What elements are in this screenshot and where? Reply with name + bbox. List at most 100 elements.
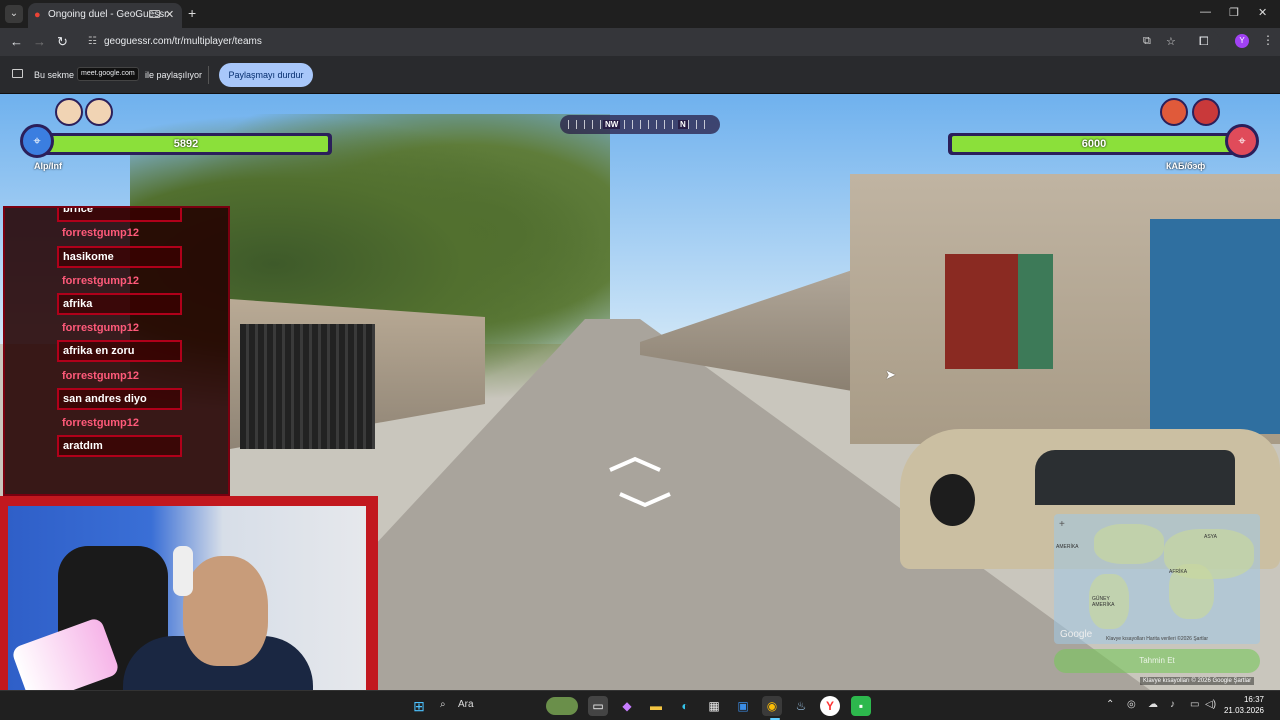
chat-username: forrestgump12 [62,227,140,239]
network-icon[interactable]: ▭ [1190,699,1199,710]
compass-n-label: N [678,120,688,129]
map-label: GÜNEY AMERİKA [1092,596,1115,608]
widgets-icon[interactable] [546,697,578,715]
left-team-name: Alp/Inf [34,161,62,171]
screen-share-icon [12,69,23,78]
headset [173,546,193,596]
app-icon[interactable]: ▪ [851,696,871,716]
bookmark-star-icon[interactable]: ☆ [1166,35,1176,48]
tab-search-button[interactable]: ⌄ [5,5,23,23]
chrome-icon[interactable]: ◉ [762,696,782,716]
tab-geoguessr[interactable]: ● Ongoing duel - GeoGuessr ✕ [28,3,182,28]
address-bar[interactable]: ☷ geoguessr.com/tr/multiplayer/teams ⧉ ☆ [80,30,1220,54]
map-landmass [1094,524,1164,564]
right-health-value: 6000 [1081,138,1107,150]
left-team-pin-icon: ⌖ [20,124,54,158]
yandex-browser-icon[interactable]: Y [820,696,840,716]
restore-window-icon[interactable]: ❐ [1229,6,1239,19]
windows-start-icon[interactable]: ⊞ [409,696,429,716]
chat-message: afrika en zoru [57,340,182,362]
streetview-attribution: Klavye kısayolları © 2026 Google Şartlar [1140,677,1255,685]
taskbar-search-label: Ara [458,699,474,710]
show-hidden-icons-icon[interactable]: ⌃ [1106,699,1114,710]
car-window [1035,450,1235,505]
copilot-icon[interactable]: ◆ [617,696,637,716]
task-view-icon[interactable]: ▭ [588,696,608,716]
reload-icon[interactable]: ↻ [57,34,68,50]
tray-app-icon[interactable]: ◎ [1127,699,1136,710]
left-health-value: 5892 [173,138,199,150]
tab-sharing-bar: Bu sekme meet.google.com ile paylaşılıyo… [0,56,1280,94]
microsoft-store-icon[interactable]: ▦ [704,696,724,716]
chat-message: aratdım [57,435,182,457]
site-info-icon[interactable]: ☷ [88,36,97,47]
left-team-health-bar: 5892 [40,133,332,155]
chat-message: san andres diyo [57,388,182,410]
close-window-icon[interactable]: ✕ [1258,6,1267,19]
minimize-window-icon[interactable]: — [1200,6,1211,18]
app-icon[interactable]: ▣ [733,696,753,716]
search-icon: ⌕ [440,699,446,710]
geoguessr-favicon-icon: ● [34,9,41,21]
right-team-name: КАБ/бэф [1166,161,1206,171]
browser-toolbar: ← → ↻ ☷ geoguessr.com/tr/multiplayer/tea… [0,28,1280,56]
webcam-feed [8,506,366,690]
profile-avatar[interactable]: Y [1235,34,1249,48]
divider [208,66,209,84]
url-text: geoguessr.com/tr/multiplayer/teams [104,36,262,47]
zoom-in-icon[interactable]: + [1059,519,1065,530]
google-logo: Google [1060,629,1093,640]
compass-ticks [568,120,712,129]
chat-message: brnce [57,208,182,222]
edge-browser-icon[interactable]: ◐ [675,696,695,716]
microphone-icon[interactable]: ♪ [1170,699,1175,710]
system-clock[interactable]: 16:37 21.03.2026 [1218,694,1264,716]
guess-minimap[interactable]: + ASYA AFRİKA GÜNEY AMERİKA AMERİKA Goog… [1054,514,1260,644]
sharing-prefix: Bu sekme [34,70,75,80]
sharing-suffix: ile paylaşılıyor [145,70,203,80]
black-gate [240,324,375,449]
steam-icon[interactable]: ♨ [791,696,811,716]
back-icon[interactable]: ← [10,34,23,49]
move-forward-arrow-icon[interactable] [608,456,662,472]
browser-menu-icon[interactable]: ⋮ [1262,33,1274,47]
right-team-pin-icon: ⌖ [1225,124,1259,158]
file-explorer-icon[interactable]: ▬ [646,696,666,716]
screen-share-indicator-icon [149,10,160,18]
guess-button[interactable]: Tahmin Et [1054,649,1260,673]
chat-username: forrestgump12 [62,370,140,382]
move-back-arrow-icon[interactable] [618,492,672,508]
car-wheel [930,474,975,526]
windows-taskbar: ⊞ ⌕ Ara ▭ ◆ ▬ ◐ ▦ ▣ ◉ ♨ Y ▪ ⌃ ◎ ☁ ♪ ▭ ◁)… [0,690,1280,720]
browser-tab-bar: ⌄ ● Ongoing duel - GeoGuessr ✕ + — ❐ ✕ [0,0,1280,28]
compass-nw-label: NW [603,120,621,129]
teammate-avatar [85,98,113,126]
map-label: ASYA [1204,534,1217,540]
chat-username: forrestgump12 [62,417,140,429]
street-view-panorama[interactable]: NW N 5892 ⌖ Alp/Inf 6000 ⌖ КАБ/бэф brnce… [0,94,1280,690]
chat-message: afrika [57,293,182,315]
red-door [945,254,1025,369]
cast-icon[interactable]: ⧉ [1143,35,1151,48]
map-attribution: Klavye kısayolları Harita verileri ©2026… [1106,636,1209,642]
stream-chat-overlay: brnce forrestgump12 hasikome forrestgump… [3,206,230,496]
mouse-cursor-icon: ➤ [885,367,896,382]
map-label: AFRİKA [1169,569,1188,575]
extensions-icon[interactable]: ⧠ [1199,34,1209,49]
webcam-overlay [0,496,378,690]
volume-icon[interactable]: ◁) [1205,699,1216,710]
right-team-health-bar: 6000 [948,133,1240,155]
new-tab-button[interactable]: + [188,5,196,21]
close-tab-icon[interactable]: ✕ [165,8,174,21]
forward-icon[interactable]: → [33,34,46,49]
stop-sharing-button[interactable]: Paylaşmayı durdur [219,63,313,87]
tray-cloud-icon[interactable]: ☁ [1148,699,1158,710]
chat-username: forrestgump12 [62,322,140,334]
chat-username: forrestgump12 [62,275,140,287]
taskbar-search[interactable]: ⌕ Ara [440,699,474,710]
compass: NW N [560,115,720,134]
teammate-avatar [55,98,83,126]
clock-time: 16:37 [1243,695,1264,704]
blue-door [1150,219,1280,434]
map-label: AMERİKA [1056,544,1079,550]
